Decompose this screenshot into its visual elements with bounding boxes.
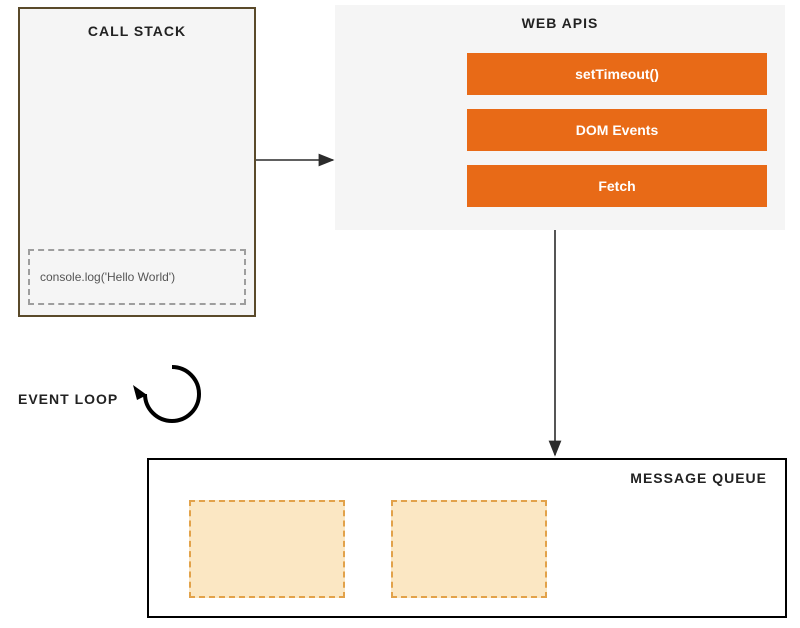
api-item-settimeout: setTimeout(): [467, 53, 767, 95]
api-list: setTimeout() DOM Events Fetch: [467, 53, 767, 207]
queue-item: [391, 500, 547, 598]
stack-frame-text: console.log('Hello World'): [40, 270, 175, 284]
message-queue-panel: MESSAGE QUEUE: [147, 458, 787, 618]
api-item-dom-events: DOM Events: [467, 109, 767, 151]
call-stack-panel: CALL STACK console.log('Hello World'): [18, 7, 256, 317]
event-loop-label: EVENT LOOP: [18, 391, 118, 407]
web-apis-panel: WEB APIS setTimeout() DOM Events Fetch: [335, 5, 785, 230]
api-item-fetch: Fetch: [467, 165, 767, 207]
call-stack-title: CALL STACK: [20, 9, 254, 39]
web-apis-title: WEB APIS: [335, 5, 785, 31]
event-loop-icon: [133, 367, 199, 421]
stack-frame: console.log('Hello World'): [28, 249, 246, 305]
queue-item: [189, 500, 345, 598]
message-queue-title: MESSAGE QUEUE: [630, 470, 767, 486]
